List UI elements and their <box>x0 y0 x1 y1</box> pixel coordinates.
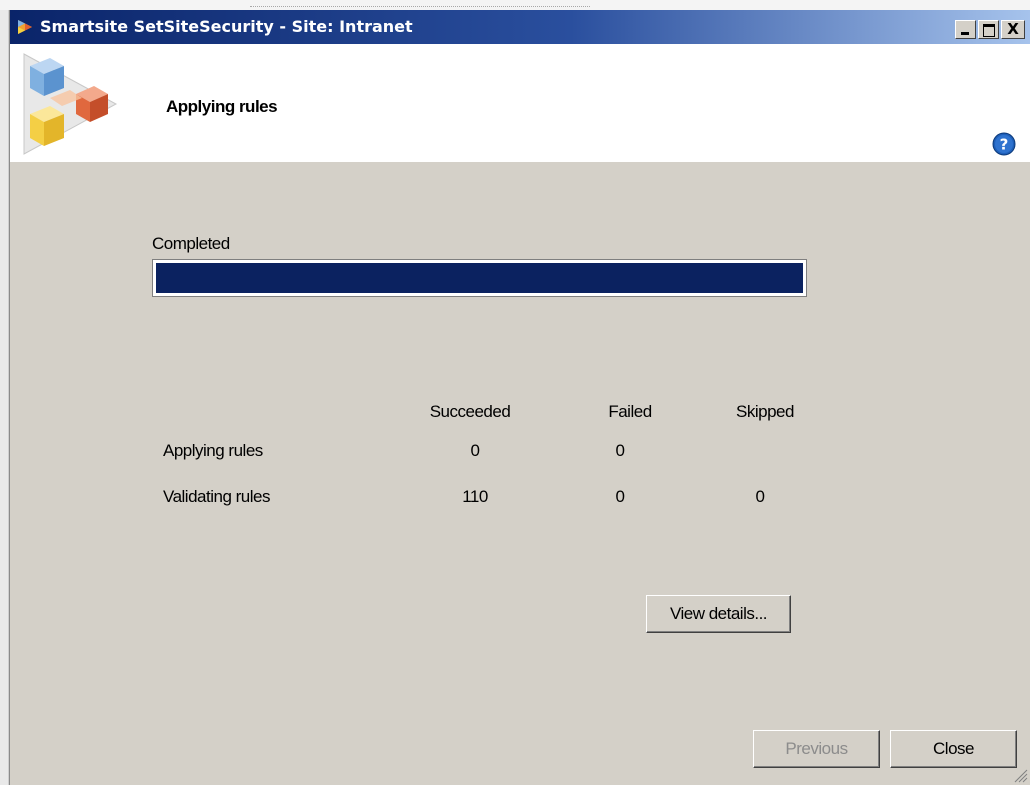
previous-button[interactable]: Previous <box>753 730 880 768</box>
view-details-button[interactable]: View details... <box>646 595 791 633</box>
setsitesecurity-window: Smartsite SetSiteSecurity - Site: Intran… <box>9 10 1030 785</box>
row-label-validating-rules: Validating rules <box>163 487 270 506</box>
column-header-failed: Failed <box>608 402 652 421</box>
progress-bar-fill <box>156 263 803 293</box>
smartsite-logo-icon <box>23 53 118 155</box>
column-header-succeeded: Succeeded <box>429 402 511 421</box>
resize-grip-icon[interactable] <box>1012 767 1028 783</box>
app-icon <box>18 20 32 34</box>
minimize-button[interactable] <box>955 20 976 39</box>
close-icon: X <box>1007 20 1019 38</box>
progress-label: Completed <box>152 234 230 253</box>
svg-text:?: ? <box>1000 136 1009 154</box>
validating-rules-failed-value: 0 <box>615 487 625 506</box>
column-header-skipped: Skipped <box>736 402 794 421</box>
validating-rules-succeeded-value: 110 <box>462 487 488 506</box>
window-title: Smartsite SetSiteSecurity - Site: Intran… <box>40 17 413 36</box>
title-bar[interactable]: Smartsite SetSiteSecurity - Site: Intran… <box>10 10 1030 44</box>
desktop-background-strip <box>0 0 1030 10</box>
maximize-icon <box>983 24 995 37</box>
maximize-button[interactable] <box>978 20 999 39</box>
row-label-applying-rules: Applying rules <box>163 441 263 460</box>
applying-rules-failed-value: 0 <box>615 441 625 460</box>
desktop-left-edge <box>0 10 9 785</box>
close-window-button[interactable]: X <box>1001 20 1025 39</box>
progress-bar <box>152 259 807 297</box>
page-title: Applying rules <box>166 97 278 116</box>
validating-rules-skipped-value: 0 <box>755 487 765 506</box>
help-icon[interactable]: ? <box>992 132 1016 156</box>
applying-rules-succeeded-value: 0 <box>470 441 480 460</box>
minimize-icon <box>961 32 969 35</box>
background-window-edge <box>250 2 590 7</box>
close-button[interactable]: Close <box>890 730 1017 768</box>
wizard-header: Applying rules ? <box>10 44 1030 162</box>
